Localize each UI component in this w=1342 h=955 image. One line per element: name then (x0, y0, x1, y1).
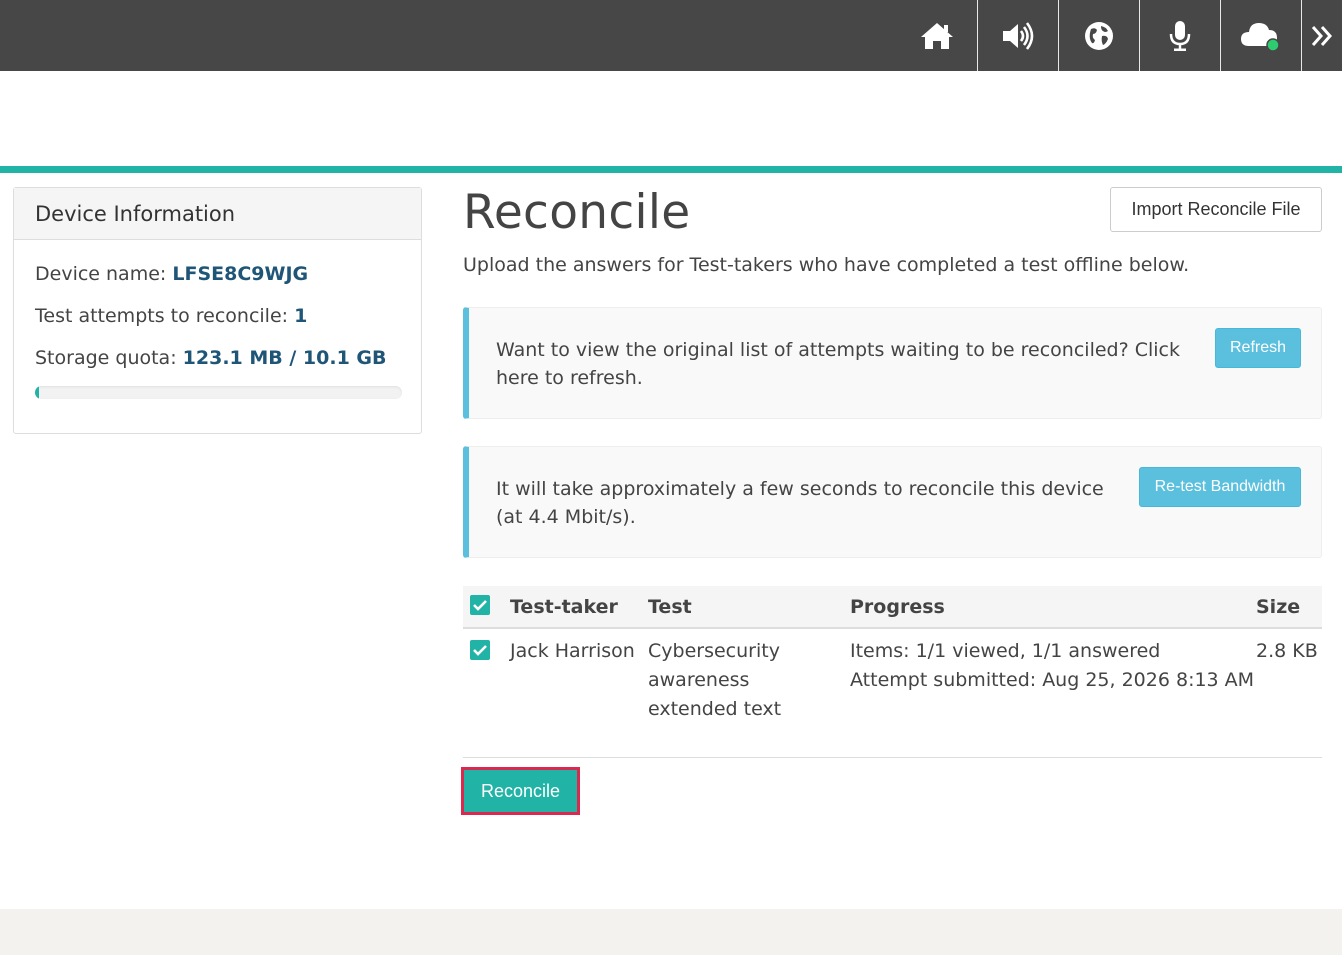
expand-toolbar-button[interactable] (1302, 0, 1342, 71)
attempts-value: 1 (294, 305, 308, 327)
globe-icon (1085, 21, 1113, 50)
device-info-panel: Device Information Device name: LFSE8C9W… (13, 187, 422, 434)
column-header-size: Size (1256, 596, 1301, 618)
column-header-progress: Progress (850, 596, 945, 618)
attempts-row: Test attempts to reconcile: 1 (35, 305, 307, 327)
cell-progress: Items: 1/1 viewed, 1/1 answered Attempt … (850, 637, 1254, 695)
reconcile-button[interactable]: Reconcile (461, 767, 580, 815)
page-footer (0, 909, 1342, 955)
speaker-icon (1003, 21, 1034, 50)
header-accent-line (0, 166, 1342, 173)
cell-test-line: awareness (648, 669, 750, 691)
cell-progress-line: Items: 1/1 viewed, 1/1 answered (850, 640, 1161, 662)
refresh-button[interactable]: Refresh (1215, 328, 1301, 368)
cell-size: 2.8 KB (1256, 640, 1318, 662)
page-title: Reconcile (463, 185, 691, 240)
row-checkbox[interactable] (470, 640, 490, 660)
cloud-icon (1241, 22, 1280, 52)
storage-label: Storage quota: (35, 347, 177, 369)
storage-quota-fill (35, 386, 40, 399)
cell-progress-line: Attempt submitted: Aug 25, 2026 8:13 AM (850, 669, 1255, 691)
microphone-icon (1169, 20, 1191, 51)
home-icon (921, 22, 953, 49)
cell-test-line: Cybersecurity (648, 640, 780, 662)
double-chevron-right-icon (1311, 25, 1333, 46)
bandwidth-callout-text: It will take approximately a few seconds… (496, 475, 1104, 531)
storage-row: Storage quota: 123.1 MB / 10.1 GB (35, 347, 387, 369)
select-all-checkbox[interactable] (470, 595, 490, 615)
page-subtitle: Upload the answers for Test-takers who h… (463, 254, 1190, 276)
cell-test-taker: Jack Harrison (510, 640, 635, 662)
import-reconcile-file-button[interactable]: Import Reconcile File (1110, 187, 1322, 232)
attempts-table-header: Test-taker Test Progress Size (463, 586, 1322, 629)
device-info-heading: Device Information (14, 188, 421, 240)
device-name-label: Device name: (35, 263, 167, 285)
attempts-label: Test attempts to reconcile: (35, 305, 289, 327)
cell-test-line: extended text (648, 698, 782, 720)
column-header-test: Test (648, 596, 692, 618)
table-divider (463, 757, 1322, 758)
microphone-button[interactable] (1140, 0, 1220, 71)
refresh-callout-text: Want to view the original list of attemp… (496, 336, 1180, 392)
home-button[interactable] (897, 0, 977, 71)
bandwidth-callout: It will take approximately a few seconds… (463, 446, 1322, 558)
audio-button[interactable] (978, 0, 1058, 71)
checkmark-icon (473, 600, 487, 611)
checkmark-icon (473, 645, 487, 656)
storage-value: 123.1 MB / 10.1 GB (182, 347, 387, 369)
device-name-row: Device name: LFSE8C9WJG (35, 263, 308, 285)
device-name-value: LFSE8C9WJG (172, 263, 309, 285)
refresh-callout: Want to view the original list of attemp… (463, 307, 1322, 419)
bandwidth-callout-line: (at 4.4 Mbit/s). (496, 506, 636, 528)
language-button[interactable] (1059, 0, 1139, 71)
cell-test: Cybersecurity awareness extended text (648, 637, 781, 724)
retest-bandwidth-button[interactable]: Re-test Bandwidth (1139, 467, 1301, 507)
refresh-callout-line: here to refresh. (496, 367, 643, 389)
connection-status-button[interactable] (1221, 0, 1301, 71)
bandwidth-callout-line: It will take approximately a few seconds… (496, 478, 1104, 500)
storage-quota-bar (35, 386, 402, 399)
refresh-callout-line: Want to view the original list of attemp… (496, 339, 1180, 361)
top-toolbar (0, 0, 1342, 71)
column-header-test-taker: Test-taker (510, 596, 618, 618)
